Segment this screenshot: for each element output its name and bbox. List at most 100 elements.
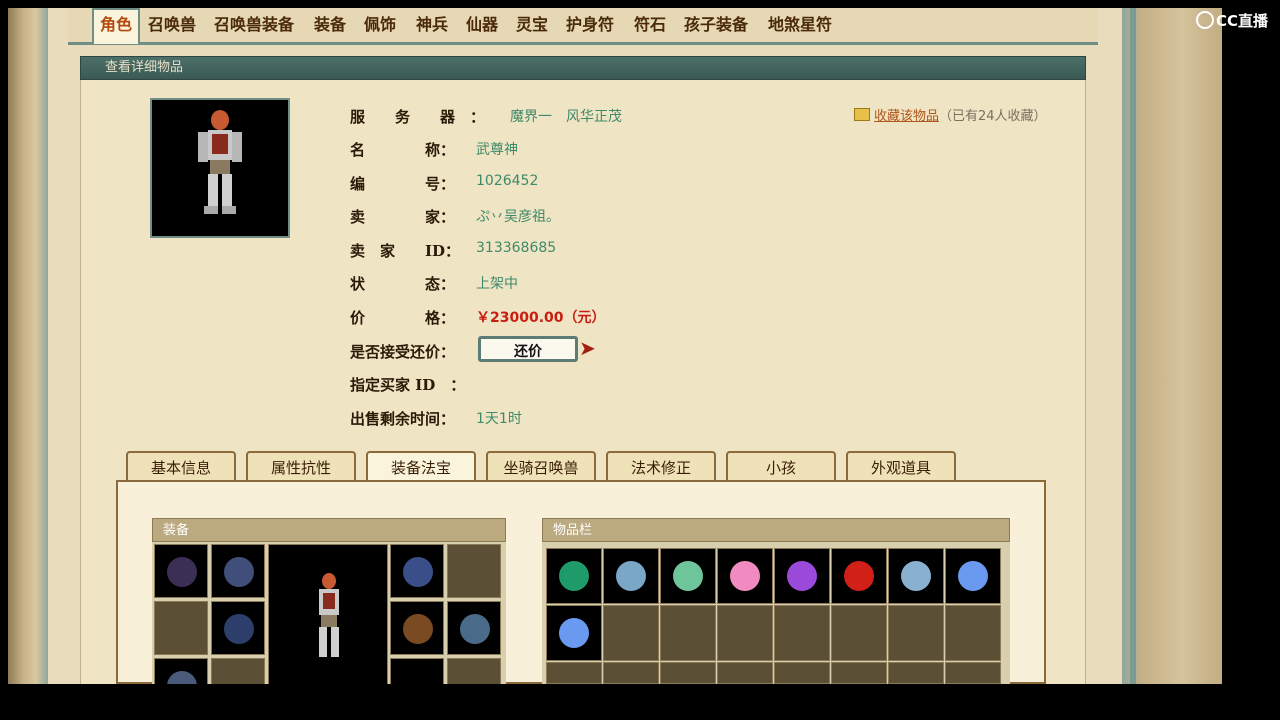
detail-label: 是否接受还价：	[350, 343, 456, 361]
favorite-area: 收藏该物品（已有24人收藏）	[854, 105, 1047, 124]
inventory-slot[interactable]	[546, 548, 602, 604]
equip-slot-necklace[interactable]	[211, 544, 265, 598]
right-border	[1122, 8, 1222, 684]
boots-icon	[403, 614, 433, 644]
equip-slot-belt[interactable]	[154, 658, 208, 684]
detail-label: 状 态：	[350, 275, 456, 293]
subtab-attributes[interactable]: 属性抗性	[246, 451, 356, 481]
equip-slot-weapon[interactable]	[390, 544, 444, 598]
name-value: 武尊神	[476, 142, 518, 158]
tab-child-equipment[interactable]: 孩子装备	[684, 12, 748, 38]
tab-equipment[interactable]: 装备	[314, 12, 346, 38]
inventory-slot[interactable]	[888, 605, 944, 661]
tab-divine-weapon[interactable]: 神兵	[416, 12, 448, 38]
watermark: CC直播	[1196, 10, 1268, 31]
equip-slot-armor[interactable]	[211, 601, 265, 655]
ice-cube-icon	[901, 561, 931, 591]
inventory-slot[interactable]	[945, 662, 1001, 684]
inventory-slot[interactable]	[717, 548, 773, 604]
tab-star-talisman[interactable]: 地煞星符	[768, 12, 832, 38]
subtab-spell-modifier[interactable]: 法术修正	[606, 451, 716, 481]
tab-role[interactable]: 角色	[92, 8, 141, 44]
status-value: 上架中	[476, 276, 518, 292]
number-value: 1026452	[476, 173, 539, 189]
character-figure-icon	[198, 110, 242, 214]
armor-icon	[224, 614, 254, 644]
inventory-slot[interactable]	[831, 548, 887, 604]
favorite-link[interactable]: 收藏该物品	[874, 109, 939, 124]
detail-label: 指定买家 ID ：	[350, 376, 466, 394]
tab-summon-equipment[interactable]: 召唤兽装备	[214, 12, 294, 38]
seller-value: ぷ丷吴彦祖。	[476, 209, 560, 225]
section-title: 查看详细物品	[105, 60, 184, 75]
inventory-slot[interactable]	[774, 605, 830, 661]
inventory-slot[interactable]	[660, 548, 716, 604]
inventory-slot[interactable]	[831, 662, 887, 684]
inventory-slot[interactable]	[888, 548, 944, 604]
tab-summon[interactable]: 召唤兽	[148, 12, 196, 38]
inventory-slot[interactable]	[945, 548, 1001, 604]
inventory-slot[interactable]	[945, 605, 1001, 661]
bargain-button[interactable]: 还价	[478, 336, 578, 362]
detail-label: 价 格：	[350, 309, 456, 327]
section-header: 查看详细物品	[80, 56, 1086, 80]
tab-spirit-treasure[interactable]: 灵宝	[516, 12, 548, 38]
inventory-slot[interactable]	[603, 548, 659, 604]
inventory-slot[interactable]	[774, 548, 830, 604]
equipment-grid	[152, 542, 506, 684]
equip-slot-empty[interactable]	[447, 658, 501, 684]
inventory-slot[interactable]	[603, 662, 659, 684]
folder-icon	[854, 108, 870, 121]
inventory-slot[interactable]	[774, 662, 830, 684]
watermark-text: CC直播	[1216, 12, 1269, 30]
equip-slot-empty[interactable]	[211, 658, 265, 684]
detail-label: 服 务 器 ：	[350, 108, 486, 126]
belt-icon	[167, 671, 197, 684]
equipment-title: 装备	[152, 518, 506, 542]
inventory-slot[interactable]	[660, 662, 716, 684]
subtab-appearance-items[interactable]: 外观道具	[846, 451, 956, 481]
cc-logo-icon	[1196, 11, 1214, 29]
left-border	[8, 8, 48, 684]
tab-immortal-item[interactable]: 仙器	[466, 12, 498, 38]
red-gem-icon	[844, 561, 874, 591]
weapon-icon	[403, 557, 433, 587]
ring-icon	[460, 614, 490, 644]
equip-slot-helmet[interactable]	[154, 544, 208, 598]
subtab-basic-info[interactable]: 基本信息	[126, 451, 236, 481]
equip-slot-empty[interactable]	[447, 544, 501, 598]
inventory-slot[interactable]	[603, 605, 659, 661]
inventory-slot[interactable]	[888, 662, 944, 684]
right-border-line	[1130, 8, 1136, 684]
subtab-child[interactable]: 小孩	[726, 451, 836, 481]
server-value: 魔界一 风华正茂	[510, 109, 622, 125]
inventory-slot[interactable]	[717, 662, 773, 684]
equip-character-preview	[268, 544, 388, 684]
helmet-icon	[167, 557, 197, 587]
remaining-time-value: 1天1时	[476, 411, 522, 427]
equip-slot-ring[interactable]	[447, 601, 501, 655]
subtab-equipment-treasure[interactable]: 装备法宝	[366, 451, 476, 481]
subtab-mount-summon[interactable]: 坐骑召唤兽	[486, 451, 596, 481]
green-orb-icon	[559, 561, 589, 591]
blue-crystal-icon	[559, 618, 589, 648]
equip-slot-empty[interactable]	[154, 601, 208, 655]
pointer-arrow-icon: ➤	[579, 336, 596, 360]
category-tab-bar: 角色 召唤兽 召唤兽装备 装备 佩饰 神兵 仙器 灵宝 护身符 符石 孩子装备 …	[68, 8, 1098, 45]
tab-amulet[interactable]: 护身符	[566, 12, 614, 38]
price-value: ￥23000.00（元）	[476, 310, 606, 326]
inventory-title: 物品栏	[542, 518, 1010, 542]
detail-label: 卖 家：	[350, 208, 456, 226]
inventory-slot[interactable]	[831, 605, 887, 661]
tab-accessory[interactable]: 佩饰	[364, 12, 396, 38]
equip-slot-ornament[interactable]	[390, 658, 444, 684]
inventory-slot[interactable]	[546, 662, 602, 684]
purple-crystal-icon	[787, 561, 817, 591]
inventory-slot[interactable]	[546, 605, 602, 661]
tab-rune-stone[interactable]: 符石	[634, 12, 666, 38]
detail-label: 出售剩余时间：	[350, 410, 456, 428]
game-window: 角色 召唤兽 召唤兽装备 装备 佩饰 神兵 仙器 灵宝 护身符 符石 孩子装备 …	[8, 8, 1222, 684]
inventory-slot[interactable]	[660, 605, 716, 661]
inventory-slot[interactable]	[717, 605, 773, 661]
equip-slot-boots[interactable]	[390, 601, 444, 655]
